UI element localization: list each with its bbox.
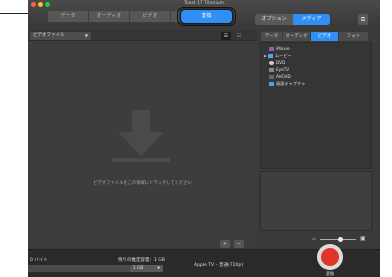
dvd-icon [269, 61, 274, 65]
large-thumbnail-icon: ▣ [360, 235, 366, 242]
avchd-icon [269, 75, 274, 79]
convert-button-label: 変換 [326, 271, 334, 276]
small-thumbnail-icon: ▭ [312, 236, 316, 241]
open-window-icon[interactable]: ⧉ [358, 14, 368, 25]
thumbnail-size-slider[interactable]: ▭ ▣ [312, 235, 372, 242]
slider-knob[interactable] [338, 237, 343, 242]
list-item-dvd[interactable]: DVD [269, 60, 285, 65]
media-tabs: データ オーディオ ビデオ フォト [261, 32, 369, 41]
media-button[interactable]: メディア [293, 14, 330, 25]
media-browser: データ オーディオ ビデオ フォト iMovie ▶ ムービー DVD EyeT… [260, 30, 372, 266]
tab-data[interactable]: データ [48, 11, 89, 22]
tab-audio[interactable]: オーディオ [89, 11, 130, 22]
imovie-icon [269, 47, 274, 51]
media-tab-video[interactable]: ビデオ [311, 32, 339, 41]
list-view-icon[interactable]: ☰ [221, 32, 231, 40]
conversion-area: ビデオファイル ▼ ☰ ☷ ビデオファイルをこの領域にドラッグしてください + … [28, 30, 257, 248]
list-item-imovie[interactable]: iMovie [269, 46, 290, 51]
movies-folder-icon [267, 54, 273, 58]
chevron-down-icon: ▼ [157, 266, 160, 270]
remove-file-icon[interactable]: − [234, 240, 244, 248]
drop-hint: ビデオファイルをこの領域にドラッグしてください [93, 181, 192, 186]
conversion-toolbar: ビデオファイル ▼ ☰ ☷ [28, 30, 257, 41]
chevron-down-icon: ▼ [84, 33, 88, 38]
screen-capture-icon [269, 82, 274, 86]
list-item-movies[interactable]: ▶ ムービー [264, 53, 292, 59]
list-item-eyetv[interactable]: EyeTV [269, 67, 289, 72]
download-arrow-icon [112, 110, 170, 162]
app-window: Toast 17 Titanium データ オーディオ ビデオ コピー 変換 オ… [28, 0, 380, 277]
media-tab-photo[interactable]: フォト [339, 32, 369, 41]
options-media-toggle: オプション メディア [255, 14, 330, 25]
grid-view-icon[interactable]: ☷ [234, 32, 244, 40]
filetype-dropdown[interactable]: ビデオファイル ▼ [30, 32, 91, 40]
add-file-icon[interactable]: + [220, 240, 230, 248]
eyetv-icon [269, 68, 274, 72]
capacity-label: 0 バイト [30, 258, 48, 263]
list-item-avchd[interactable]: AVCHD [269, 74, 291, 79]
capacity-option: 1 GB [133, 266, 144, 271]
options-button[interactable]: オプション [255, 14, 293, 25]
media-preview [260, 171, 372, 231]
media-tab-audio[interactable]: オーディオ [283, 32, 311, 41]
tab-convert[interactable]: 変換 [181, 10, 232, 23]
list-item-screen-capture[interactable]: 画面キャプチャ [269, 81, 305, 87]
tab-video[interactable]: ビデオ [130, 11, 171, 22]
output-preset[interactable]: Apple TV – 普通(720p) [194, 262, 243, 268]
capacity-dropdown[interactable]: 1 GB ▼ [130, 265, 163, 272]
filetype-label: ビデオファイル [33, 33, 65, 38]
window-title: Toast 17 Titanium [184, 1, 224, 6]
remaining-capacity: 残りの推定容量：1 GB [118, 258, 165, 263]
media-source-list: iMovie ▶ ムービー DVD EyeTV AVCHD 画面キャプチャ [260, 42, 372, 169]
record-icon[interactable] [321, 248, 339, 266]
media-tab-data[interactable]: データ [261, 32, 283, 41]
